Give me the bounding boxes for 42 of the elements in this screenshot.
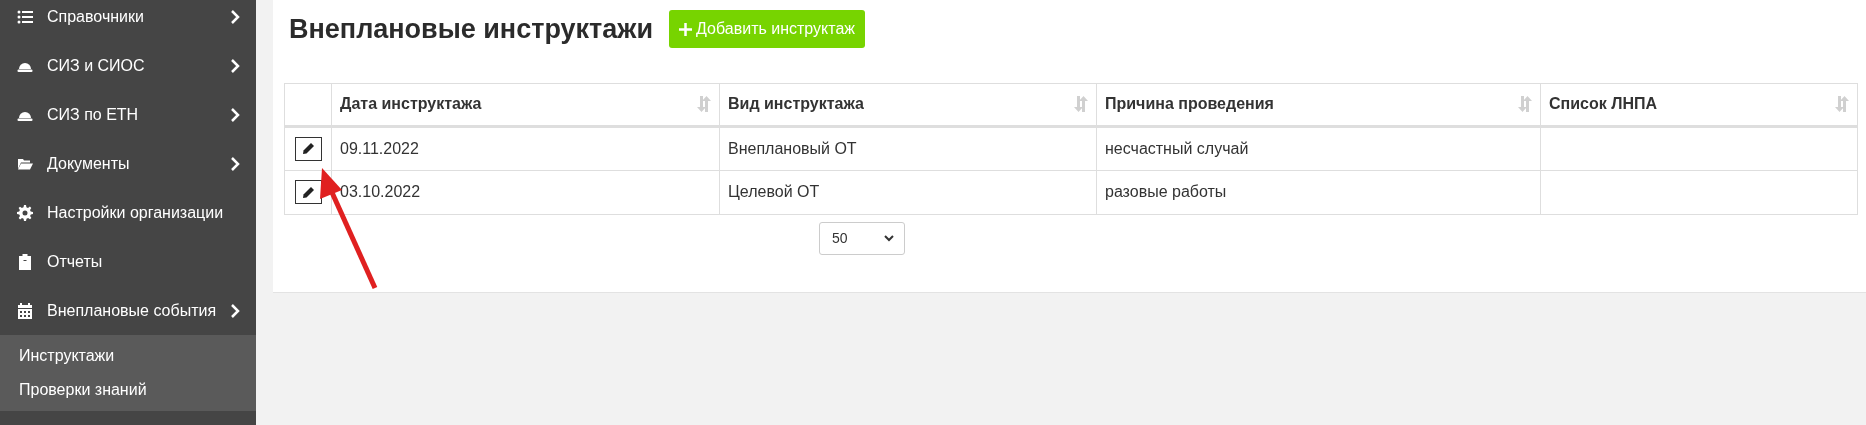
edit-button[interactable] xyxy=(294,136,322,161)
chevron-right-icon xyxy=(230,9,240,24)
sort-icon[interactable] xyxy=(1074,96,1088,112)
column-header[interactable]: Причина проведения xyxy=(1096,83,1541,126)
chevron-down-icon xyxy=(884,234,894,242)
chevron-right-icon xyxy=(230,58,240,73)
plus-icon xyxy=(679,22,693,36)
column-label: Вид инструктажа xyxy=(728,94,864,114)
sidebar-item[interactable]: Справочники xyxy=(0,0,256,41)
table-cell: разовые работы xyxy=(1096,170,1541,214)
table-cell: 09.11.2022 xyxy=(331,126,720,170)
table-cell: Внеплановый ОТ xyxy=(719,126,1097,170)
page-title: Внеплановые инструктажи xyxy=(289,13,654,46)
submenu-item[interactable]: Инструктажи xyxy=(0,339,256,373)
chevron-right-icon xyxy=(230,156,240,171)
sort-icon[interactable] xyxy=(1835,96,1849,112)
column-header[interactable]: Дата инструктажа xyxy=(331,83,720,126)
chevron-right-icon xyxy=(230,303,241,318)
sidebar-item[interactable]: Внеплановые события xyxy=(0,286,256,335)
list-icon xyxy=(17,8,33,25)
table-cell: несчастный случай xyxy=(1096,126,1541,170)
pencil-icon xyxy=(301,142,315,156)
clipboard-icon xyxy=(17,253,33,270)
column-header[interactable]: Вид инструктажа xyxy=(719,83,1097,126)
sidebar-item[interactable]: Настройки организации xyxy=(0,188,256,237)
column-label: Список ЛНПА xyxy=(1549,94,1657,114)
page-size-select[interactable]: 50 xyxy=(819,221,905,255)
pencil-icon xyxy=(301,185,315,199)
sort-icon[interactable] xyxy=(697,96,711,112)
column-label: Дата инструктажа xyxy=(340,94,482,114)
gear-icon xyxy=(17,204,33,221)
calendar-icon xyxy=(17,302,33,319)
sidebar-item[interactable]: СИЗ по ЕТН xyxy=(0,90,256,139)
sidebar-item[interactable]: Документы xyxy=(0,139,256,188)
chevron-right-icon xyxy=(230,107,240,122)
sidebar-item[interactable]: Отчеты xyxy=(0,237,256,286)
sidebar-item[interactable]: СИЗ и СИОС xyxy=(0,41,256,90)
sort-icon[interactable] xyxy=(1518,96,1532,112)
submenu-item[interactable]: Проверки знаний xyxy=(0,373,256,407)
column-label: Причина проведения xyxy=(1105,94,1274,114)
column-header[interactable]: Список ЛНПА xyxy=(1540,83,1858,126)
table-cell: Целевой ОТ xyxy=(719,170,1097,214)
